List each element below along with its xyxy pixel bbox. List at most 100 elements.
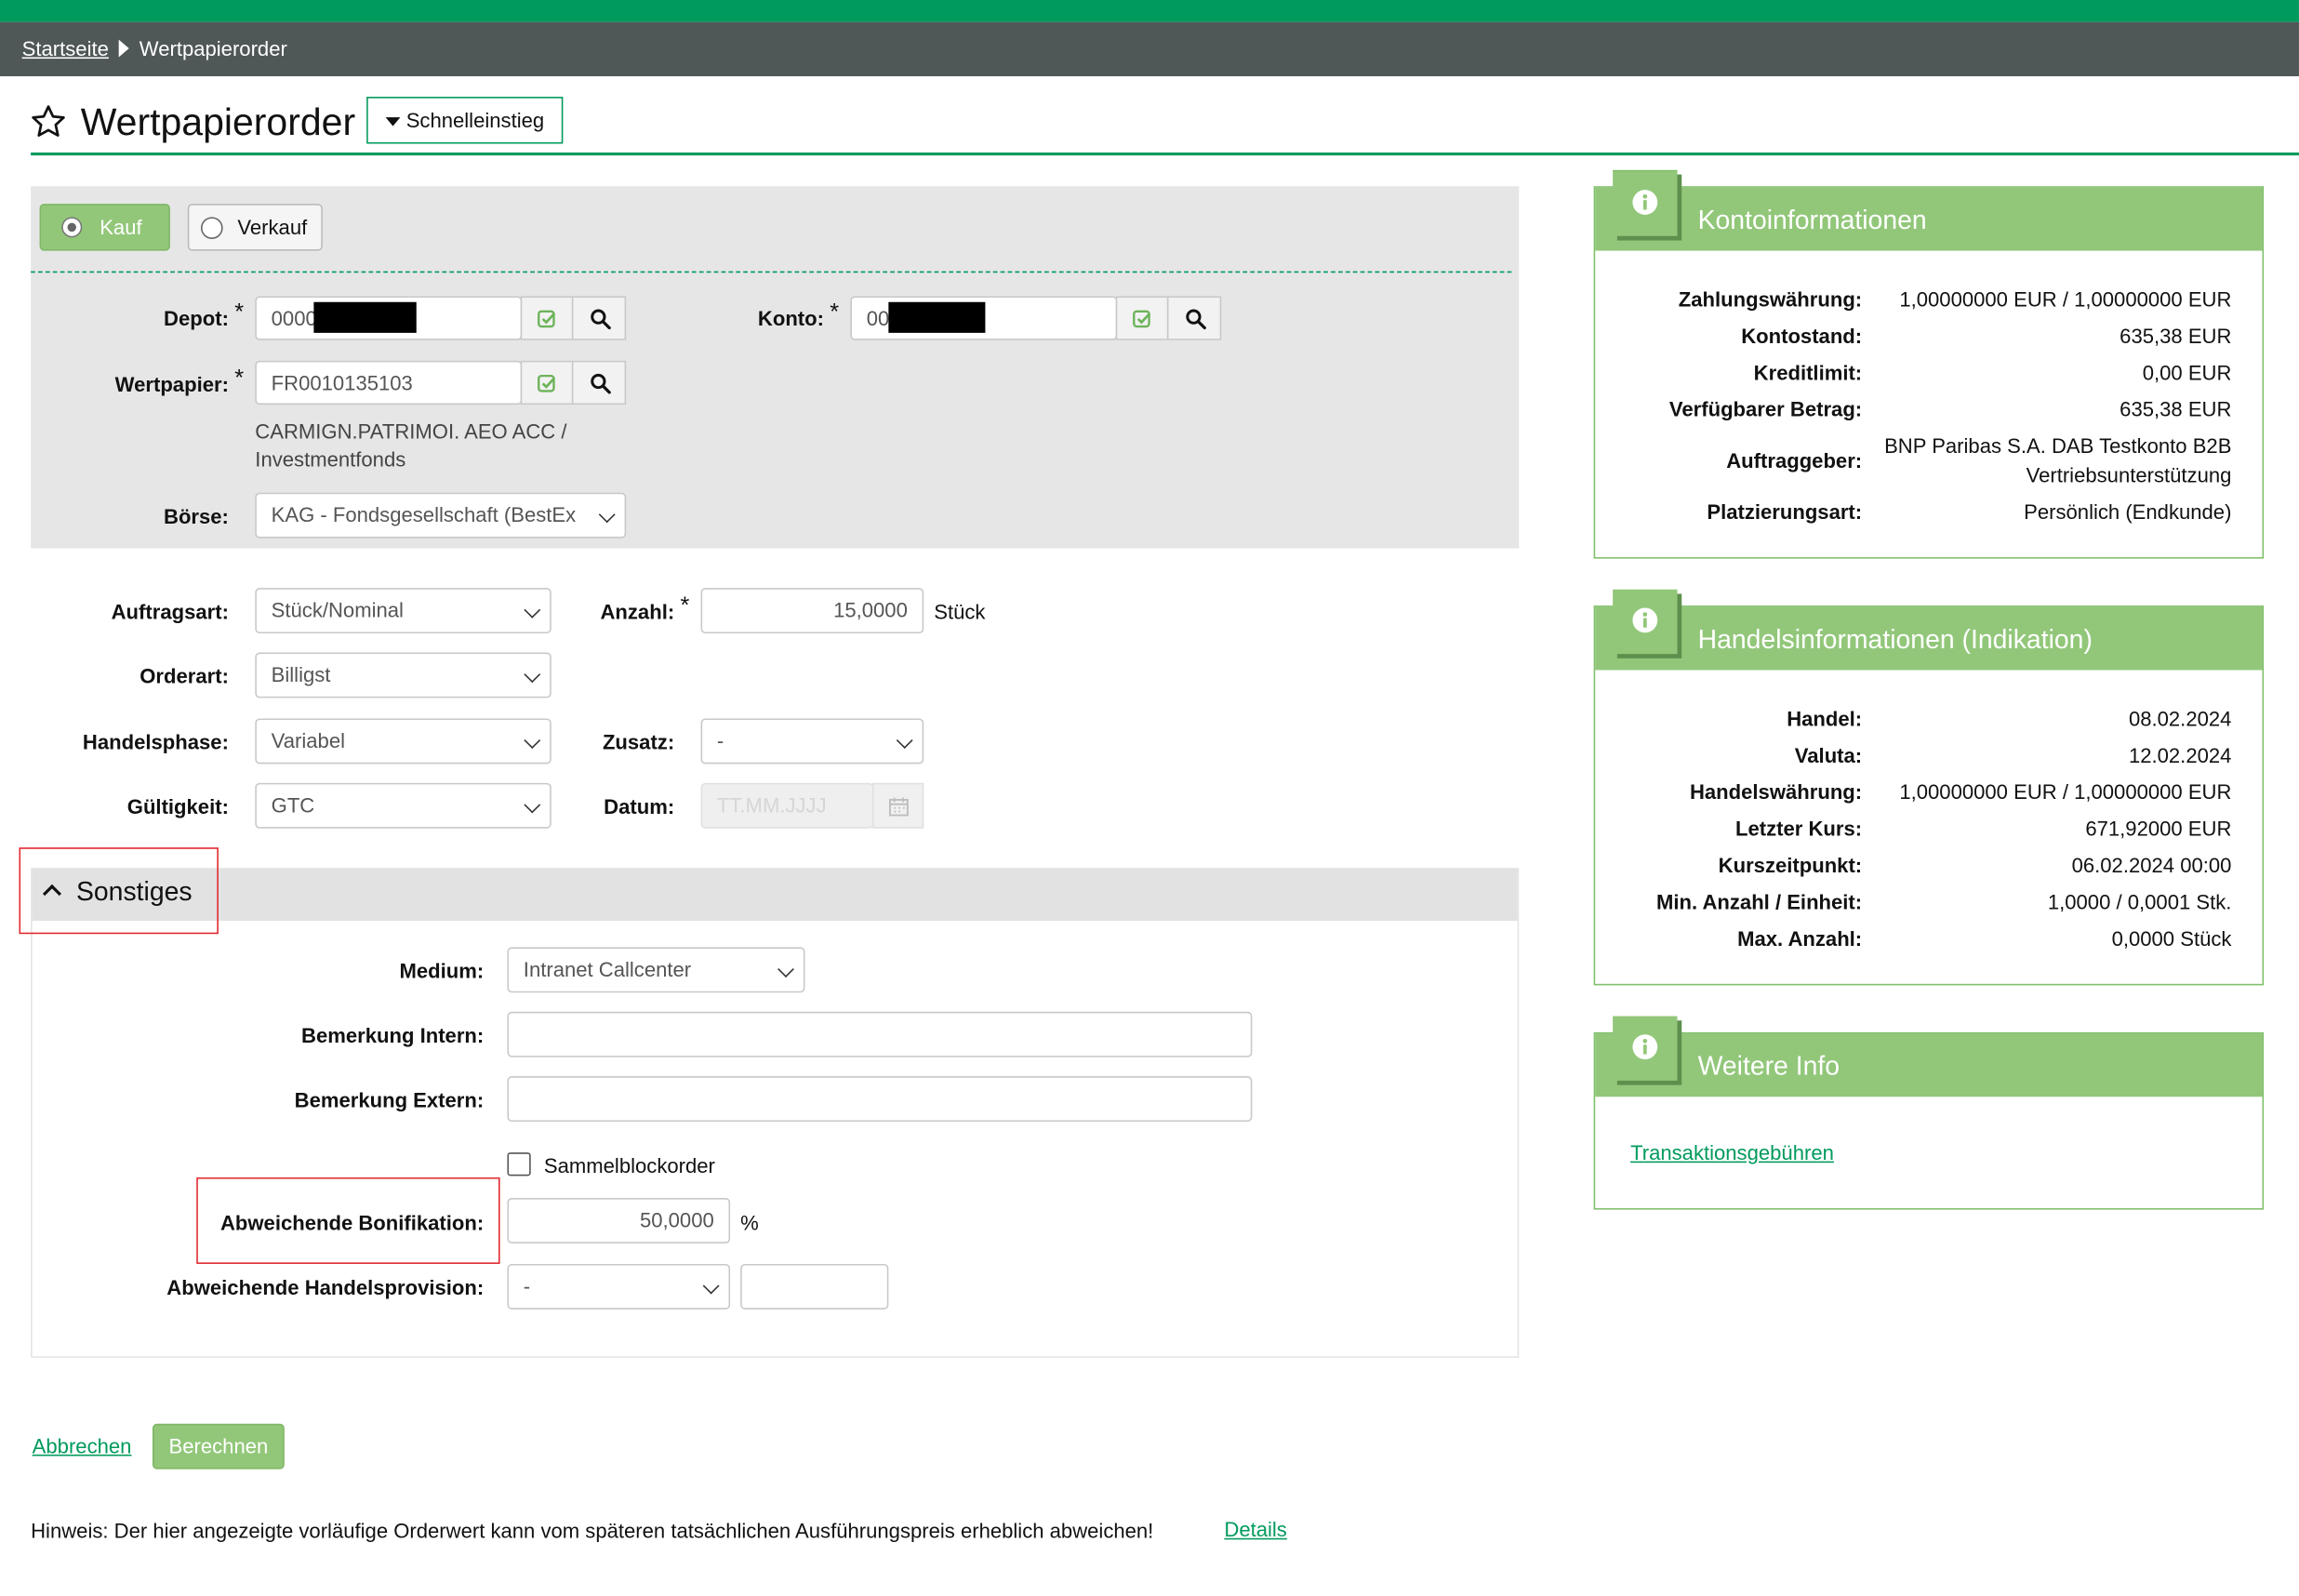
handelsinfo-value: 12.02.2024 [2128,743,2232,767]
handelsinfo-title: Handelsinformationen (Indikation) [1697,624,2093,655]
medium-select[interactable]: Intranet Callcenter [507,947,805,993]
depot-value: 0000 [271,306,317,330]
boerse-select[interactable]: KAG - Fondsgesellschaft (BestEx [255,492,627,539]
bonifikation-input[interactable]: 50,0000 [507,1198,731,1244]
search-icon [1186,309,1206,330]
datum-label: Datum: [604,794,675,818]
kontoinfo-value: Vertriebsunterstützung [2026,463,2232,487]
cancel-link[interactable]: Abbrechen [33,1434,132,1457]
auftragsart-label: Auftragsart: [111,599,229,624]
gueltigkeit-select[interactable]: GTC [255,782,551,829]
konto-validate-button[interactable] [1115,296,1169,340]
calendar-icon [888,797,909,817]
handelsphase-select[interactable]: Variabel [255,718,551,765]
handelsinfo-header: Handelsinformationen (Indikation) [1595,606,2263,671]
redaction-block [313,301,417,333]
weitere-info-panel: Weitere Info Transaktionsgebühren [1593,1016,2265,1210]
handelsinfo-panel: Handelsinformationen (Indikation) Handel… [1593,589,2265,986]
kontoinfo-value: 0,00 EUR [2142,360,2232,385]
security-description: CARMIGN.PATRIMOI. AEO ACC / [255,419,567,444]
handelsinfo-value: 08.02.2024 [2128,706,2232,731]
handelsprovision-select[interactable]: - [507,1263,731,1310]
title-divider [31,152,2299,156]
info-icon [1632,607,1658,633]
buy-label: Kauf [100,215,142,239]
info-badge [1613,1016,1678,1081]
zusatz-select[interactable]: - [700,718,924,765]
depot-label: Depot: [164,306,229,330]
anzahl-unit: Stück [934,599,986,624]
datum-input[interactable]: TT.MM.JJJJ [700,782,874,829]
gueltigkeit-value: GTC [271,792,315,818]
boerse-value: KAG - Fondsgesellschaft (BestEx [271,502,577,526]
wertpapier-validate-button[interactable] [520,360,574,406]
quick-entry-button[interactable]: Schnelleinstieg [366,97,564,144]
chevron-down-icon [777,961,794,978]
calculate-button[interactable]: Berechnen [152,1423,285,1470]
breadcrumb-arrow-icon [118,39,129,58]
anzahl-value: 15,0000 [833,598,908,622]
bemerkung-intern-input[interactable] [507,1011,1253,1057]
orderart-label: Orderart: [140,664,229,688]
wertpapier-input[interactable]: FR0010135103 [255,360,523,406]
bonifikation-value: 50,0000 [639,1208,714,1232]
sonstiges-header[interactable] [32,868,1518,922]
details-link[interactable]: Details [1224,1518,1286,1541]
info-icon [1632,190,1658,215]
medium-value: Intranet Callcenter [523,957,692,981]
wertpapier-label: Wertpapier: [114,372,229,396]
wertpapier-search-button[interactable] [571,360,627,406]
sammelblock-checkbox[interactable] [507,1152,531,1177]
zusatz-value: - [716,728,724,752]
required-marker: * [234,366,245,392]
konto-search-button[interactable] [1166,296,1222,340]
boerse-label: Börse: [164,504,229,528]
depot-search-button[interactable] [571,296,627,340]
calendar-button[interactable] [872,782,924,829]
redaction-block [888,301,986,333]
sell-toggle-button[interactable]: Verkauf [187,204,323,251]
bonifikation-unit: % [740,1211,759,1235]
depot-validate-button[interactable] [520,296,574,340]
breadcrumb-current: Wertpapierorder [139,36,287,60]
bemerkung-intern-label: Bemerkung Intern: [301,1023,485,1047]
medium-label: Medium: [399,959,485,983]
gueltigkeit-label: Gültigkeit: [126,794,229,818]
kontoinfo-value: 635,38 EUR [2120,324,2232,348]
chevron-down-icon [598,506,616,524]
weitere-info-title: Weitere Info [1697,1051,1841,1081]
orderart-select[interactable]: Billigst [255,652,551,698]
info-badge [1613,589,1678,655]
kontoinfo-value: Persönlich (Endkunde) [2024,499,2232,524]
breadcrumb-home-link[interactable]: Startseite [22,36,109,60]
buy-toggle-button[interactable]: Kauf [39,204,170,251]
anzahl-input[interactable]: 15,0000 [700,588,924,634]
handelsprovision-extra-input[interactable] [740,1263,889,1310]
info-icon [1632,1034,1658,1060]
auftragsart-select[interactable]: Stück/Nominal [255,588,551,634]
handelsphase-value: Variabel [271,728,345,752]
orderart-value: Billigst [271,662,331,686]
caret-down-icon [385,117,401,126]
required-marker: * [830,300,840,326]
quick-entry-label: Schnelleinstieg [405,108,545,132]
auftragsart-value: Stück/Nominal [271,598,404,622]
bemerkung-extern-input[interactable] [507,1076,1253,1123]
breadcrumb: Startseite Wertpapierorder [0,21,2299,76]
wertpapier-value: FR0010135103 [271,370,413,395]
handelsinfo-value: 06.02.2024 00:00 [2071,853,2232,877]
sell-radio[interactable] [200,217,223,239]
kontoinfo-value: BNP Paribas S.A. DAB Testkonto B2B [1884,433,2232,458]
chevron-down-icon [524,732,541,750]
handelsinfo-value: 1,0000 / 0,0001 Stk. [2047,889,2232,914]
handelsinfo-value: 0,0000 Stück [2111,926,2232,951]
page-title: Wertpapierorder [80,100,356,144]
kontoinfo-value: 1,00000000 EUR / 1,00000000 EUR [1899,286,2232,312]
weitere-info-header: Weitere Info [1595,1033,2263,1097]
transaction-fees-link[interactable]: Transaktionsgebühren [1630,1141,1834,1164]
sammelblock-label[interactable]: Sammelblockorder [544,1154,715,1177]
chevron-down-icon [524,601,541,618]
kontoinfo-value: 635,38 EUR [2120,397,2232,421]
star-icon[interactable] [30,102,68,140]
sonstiges-title[interactable]: Sonstiges [76,877,193,908]
